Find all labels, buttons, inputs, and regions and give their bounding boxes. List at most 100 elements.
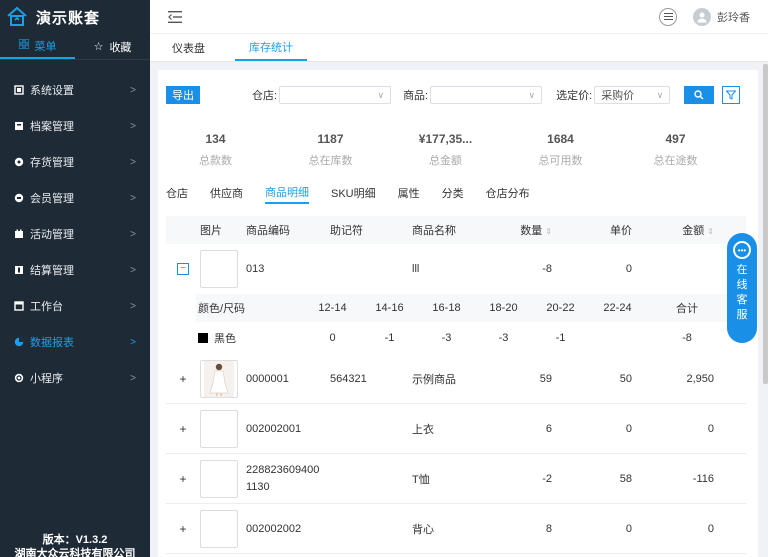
chevron-right-icon: > [130,84,136,96]
table-row[interactable]: + 0000001 564321 示例商品 59 50 2,950 [166,354,746,404]
size-header: 22-24 [603,302,632,314]
collapse-row-icon[interactable]: − [177,263,189,275]
menu-round-button[interactable] [659,7,677,26]
stat-value: 1187 [317,132,344,146]
cell-qty: 59 [539,372,552,385]
product-select[interactable]: ∨ [430,86,543,104]
avatar[interactable] [693,7,711,26]
subtab-warehouse[interactable]: 仓店 [166,182,188,204]
stat-value: ¥177,35... [418,132,473,146]
subtab-product-detail[interactable]: 商品明细 [265,182,309,204]
expand-row-icon[interactable]: + [179,372,186,386]
matrix-header: 颜色/尺码 12-14 14-16 16-18 18-20 20-22 22-2… [196,294,744,322]
col-amount-label: 金额 [682,225,705,237]
chevron-down-icon: ∨ [656,89,664,100]
subtab-supplier[interactable]: 供应商 [210,182,243,204]
sidebar-tab-favorites[interactable]: ☆ 收藏 [75,34,150,59]
page-tabs: 仪表盘 库存统计 [150,34,768,62]
cell-amount: -116 [692,472,714,485]
scrollbar[interactable] [763,64,768,384]
expand-row-icon[interactable]: + [179,522,186,536]
sidebar-item-members[interactable]: 会员管理 > [0,180,150,216]
inventory-icon [14,157,24,167]
size-header: 16-18 [432,302,461,314]
col-memo: 助记符 [330,225,363,237]
cell-name: 示例商品 [412,373,456,386]
price-select-value: 采购价 [601,90,635,102]
table-row[interactable]: + 002002001 上衣 6 0 0 [166,404,746,454]
sidebar: 演示账套 菜单 ☆ 收藏 系统设置 > 档案管理 > 存货管理 > 会员管理 >… [0,0,150,557]
user-name[interactable]: 彭玲香 [717,9,750,25]
total-header: 合计 [676,303,698,315]
product-image-placeholder [200,509,238,548]
online-customer-service-button[interactable]: ••• 在 线 客 服 [727,233,757,343]
color-swatch [198,333,208,343]
tab-inventory-stats[interactable]: 库存统计 [235,34,307,61]
subtab-sku-detail[interactable]: SKU明细 [331,182,376,204]
price-select[interactable]: 采购价 ∨ [594,86,671,104]
cell-code: 002002001 [246,422,302,435]
table-row-expanded[interactable]: − 013 lll -8 0 [166,244,746,294]
sidebar-item-label: 档案管理 [30,121,74,133]
size-header: 14-16 [375,302,404,314]
sidebar-item-label: 活动管理 [30,229,74,241]
product-image-placeholder [200,250,238,288]
col-code: 商品编码 [246,225,290,237]
export-button[interactable]: 导出 [166,86,200,104]
matrix-cell: -1 [555,332,566,344]
brand[interactable]: 演示账套 [0,0,150,34]
sidebar-item-settlement[interactable]: 结算管理 > [0,252,150,288]
top-bar: 彭玲香 [150,0,768,34]
cell-qty: -8 [542,263,552,275]
sidebar-tab-menu[interactable]: 菜单 [0,34,75,59]
top-right: 彭玲香 [659,7,750,26]
cell-qty: 6 [545,422,552,435]
cell-code: 228823609400 1130 [246,462,330,496]
matrix-cell: -1 [384,332,395,344]
chevron-right-icon: > [130,156,136,168]
matrix-cell: -3 [441,332,452,344]
col-qty[interactable]: 数量 ⇕ [502,222,552,238]
table-row[interactable]: + 002002002 背心 8 0 0 [166,504,746,554]
stat-total-in-transit: 497 总在途数 [618,132,733,168]
filter-button[interactable] [722,86,741,104]
user-icon [697,12,707,22]
expand-row-icon[interactable]: + [179,472,186,486]
sidebar-item-reports[interactable]: 数据报表 > [0,324,150,360]
subtab-warehouse-distribution[interactable]: 仓店分布 [486,182,530,204]
cs-char: 线 [736,279,748,291]
sidebar-item-workbench[interactable]: 工作台 > [0,288,150,324]
stat-total-styles: 134 总款数 [158,132,273,168]
filter-bar: 导出 仓店: ∨ 商品: ∨ 选定价: 采购价 ∨ [158,82,758,108]
company-text: 湖南大众云科技有限公司 [14,548,136,557]
chevron-down-icon: ∨ [377,89,385,100]
sort-icon[interactable]: ⇕ [545,227,552,236]
sidebar-item-system-settings[interactable]: 系统设置 > [0,72,150,108]
size-header: 12-14 [318,302,347,314]
funnel-icon [726,90,737,100]
collapse-menu-icon[interactable] [168,10,182,23]
sort-icon[interactable]: ⇕ [707,227,714,236]
product-image[interactable] [200,359,238,398]
subtab-category[interactable]: 分类 [442,182,464,204]
col-image: 图片 [200,225,222,237]
chevron-right-icon: > [130,228,136,240]
house-logo-icon [7,6,27,26]
expand-row-icon[interactable]: + [179,422,186,436]
table-row[interactable]: + 228823609400 1130 T恤 -2 58 -116 [166,454,746,504]
subtab-attribute[interactable]: 属性 [398,182,420,204]
sidebar-item-activities[interactable]: 活动管理 > [0,216,150,252]
search-button[interactable] [684,86,715,104]
cell-memo: 564321 [330,372,367,385]
tab-dashboard[interactable]: 仪表盘 [150,34,227,61]
sidebar-item-mini-program[interactable]: 小程序 > [0,360,150,396]
warehouse-select[interactable]: ∨ [279,86,392,104]
sidebar-item-inventory[interactable]: 存货管理 > [0,144,150,180]
cell-price: 0 [625,263,632,275]
sidebar-item-archives[interactable]: 档案管理 > [0,108,150,144]
col-amount[interactable]: 金额 ⇕ [632,222,714,238]
stat-label: 总可用数 [538,155,583,167]
chevron-right-icon: > [130,336,136,348]
grid-icon [18,38,29,52]
sidebar-item-label: 存货管理 [30,157,74,169]
